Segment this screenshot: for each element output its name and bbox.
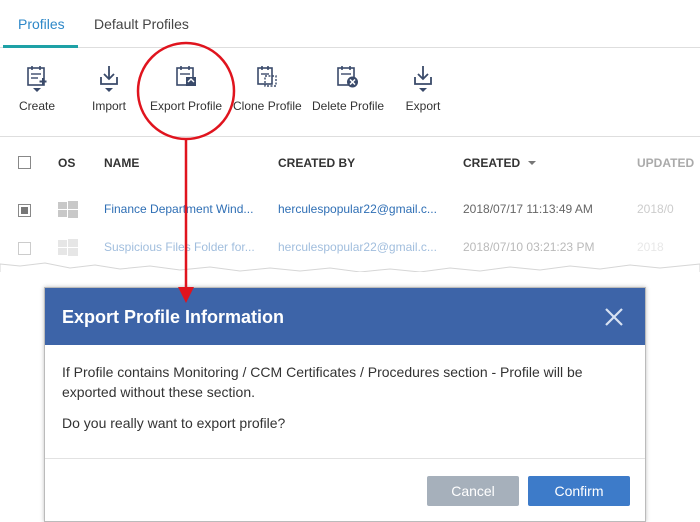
export-profile-button[interactable]: Export Profile [150, 63, 222, 123]
dialog-title: Export Profile Information [62, 307, 285, 327]
column-updated[interactable]: UPDATED [637, 156, 694, 170]
column-created-label: CREATED [463, 156, 521, 170]
table-row[interactable]: Finance Department Wind... herculespopul… [0, 191, 700, 229]
profile-name-link[interactable]: Finance Department Wind... [104, 202, 253, 216]
tab-bar: Profiles Default Profiles [0, 0, 700, 48]
import-button[interactable]: Import [88, 63, 130, 123]
export-profile-dialog: Export Profile Information If Profile co… [44, 287, 646, 522]
confirm-button[interactable]: Confirm [528, 476, 630, 506]
created-by-link[interactable]: herculespopular22@gmail.c... [278, 202, 437, 216]
import-label: Import [91, 99, 126, 113]
dialog-message: If Profile contains Monitoring / CCM Cer… [62, 364, 583, 400]
import-icon [100, 66, 118, 92]
dialog-header: Export Profile Information [45, 288, 645, 345]
active-tab-indicator [3, 45, 78, 48]
cancel-button[interactable]: Cancel [427, 476, 519, 506]
torn-edge [0, 262, 700, 272]
tab-default-profiles[interactable]: Default Profiles [94, 0, 189, 48]
windows-icon [58, 239, 78, 256]
dialog-body: If Profile contains Monitoring / CCM Cer… [62, 362, 622, 444]
export-icon [414, 66, 432, 92]
create-icon [27, 66, 47, 92]
tab-profiles[interactable]: Profiles [18, 0, 65, 48]
close-icon[interactable] [603, 306, 625, 328]
column-os[interactable]: OS [58, 156, 75, 170]
profile-name-link[interactable]: Suspicious Files Folder for... [104, 240, 255, 254]
row-checkbox[interactable] [18, 242, 31, 255]
created-date: 2018/07/10 03:21:23 PM [463, 240, 595, 254]
create-label: Create [18, 99, 56, 113]
dialog-question: Do you really want to export profile? [62, 415, 286, 431]
row-checkbox[interactable] [18, 204, 31, 217]
clone-profile-icon [257, 66, 277, 87]
updated-date: 2018 [637, 240, 664, 254]
table-header: OS NAME CREATED BY CREATED UPDATED [0, 138, 700, 188]
toolbar: Create Import Export Profile Clone Profi… [0, 49, 700, 137]
delete-profile-button[interactable]: Delete Profile [312, 63, 385, 123]
delete-profile-icon [337, 66, 358, 88]
created-by-link[interactable]: herculespopular22@gmail.c... [278, 240, 437, 254]
column-created[interactable]: CREATED [463, 156, 537, 170]
clone-profile-label: Clone Profile [233, 99, 302, 113]
column-created-by[interactable]: CREATED BY [278, 156, 355, 170]
column-name[interactable]: NAME [104, 156, 139, 170]
export-label: Export [405, 99, 441, 113]
profiles-panel: Profiles Default Profiles Create Import … [0, 0, 700, 272]
windows-icon [58, 201, 78, 218]
export-profile-icon [176, 66, 196, 86]
updated-date: 2018/0 [637, 202, 674, 216]
export-profile-label: Export Profile [150, 99, 223, 113]
create-button[interactable]: Create [16, 63, 58, 123]
dialog-divider [45, 458, 645, 459]
created-date: 2018/07/17 11:13:49 AM [463, 202, 593, 216]
delete-profile-label: Delete Profile [312, 99, 385, 113]
sort-desc-icon [528, 161, 537, 165]
clone-profile-button[interactable]: Clone Profile [233, 63, 302, 123]
select-all-checkbox[interactable] [18, 156, 31, 169]
export-button[interactable]: Export [402, 63, 444, 123]
